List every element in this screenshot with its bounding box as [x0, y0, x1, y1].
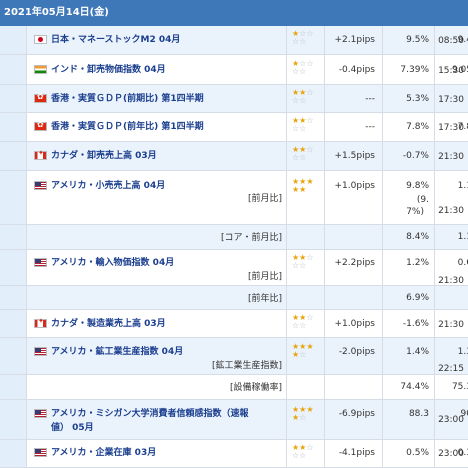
impact-value: ---: [365, 122, 375, 132]
importance-stars: ★★☆ ☆☆: [292, 253, 314, 270]
table-row: 23:00 アメリカ・ミシガン大学消費者信頼感指数（速報 値） 05月 ★★★ ★…: [0, 400, 468, 440]
impact-value: +1.5pips: [334, 151, 375, 161]
event-link[interactable]: アメリカ・ミシガン大学消費者信頼感指数（速報: [51, 408, 249, 420]
table-row: [設備稼働率] 74.4% 75.3: [0, 375, 468, 400]
impact-value: -4.1pips: [338, 448, 375, 458]
previous-revised-value: (9.: [416, 195, 429, 205]
table-row: [前年比] 6.9%: [0, 286, 468, 310]
sub-indicator-label: [鉱工業生産指数]: [211, 361, 282, 371]
india-flag-icon: [34, 65, 47, 74]
forecast-value: 9.05: [451, 65, 468, 75]
previous-value: 6.9%: [406, 293, 429, 303]
importance-stars: ★★★ ★☆: [292, 342, 314, 359]
usa-flag-icon: [34, 181, 47, 190]
impact-value: -0.4pips: [338, 65, 375, 75]
sub-indicator-label: [前月比]: [247, 272, 282, 282]
previous-value: -0.7%: [402, 151, 429, 161]
table-row: 21:30 カナダ・製造業売上高 03月 ★★☆☆☆ +1.0pips -1.6…: [0, 310, 468, 338]
hong-kong-flag-icon: [34, 120, 47, 131]
table-row: 17:30 香港・実質ＧＤＰ(前期比) 第1四半期 ★★☆☆☆ --- 5.3%: [0, 85, 468, 113]
previous-revised-value-cont: 7%): [406, 207, 424, 217]
impact-value: -2.0pips: [338, 347, 375, 357]
table-row: 21:30 カナダ・卸売売上高 03月 ★★☆☆☆ +1.5pips -0.7%: [0, 142, 468, 171]
previous-value: 74.4%: [400, 382, 429, 392]
date-title: 2021年05月14日(金): [4, 7, 109, 18]
importance-stars: ★★★ ★☆: [292, 405, 314, 422]
forecast-value: 1.3: [457, 347, 468, 357]
forecast-value: 75.3: [451, 382, 468, 392]
forecast-value: 90: [460, 409, 468, 419]
forecast-value: 9.4: [457, 35, 468, 45]
importance-stars: ★★☆ ☆☆: [292, 145, 314, 162]
previous-value: 1.2%: [406, 258, 429, 268]
previous-value: 9.8%: [406, 181, 429, 191]
event-time: 21:30: [438, 320, 464, 330]
forecast-value: 0.6: [457, 258, 468, 268]
table-row: 17:30 香港・実質ＧＤＰ(前年比) 第1四半期 ★★☆☆☆ --- 7.8%…: [0, 113, 468, 142]
canada-flag-icon: [34, 317, 47, 328]
importance-stars: ★★☆ ☆☆: [292, 313, 314, 330]
importance-stars: ★★☆ ☆☆: [292, 443, 314, 460]
event-link[interactable]: カナダ・卸売売上高 03月: [51, 150, 157, 162]
event-link[interactable]: インド・卸売物価指数 04月: [51, 64, 166, 76]
previous-value: 5.3%: [406, 94, 429, 104]
event-link-cont[interactable]: 値） 05月: [51, 422, 94, 434]
impact-value: +1.0pips: [334, 319, 375, 329]
event-time: 17:30: [438, 95, 464, 105]
canada-flag-icon: [34, 149, 47, 160]
table-row: 08:50 日本・マネーストックM2 04月 ★☆☆ ☆☆ +2.1pips 9.…: [0, 26, 468, 55]
event-link[interactable]: カナダ・製造業売上高 03月: [51, 318, 166, 330]
table-row: 21:30 アメリカ・輸入物価指数 04月 [前月比] ★★☆ ☆☆ +2.2pi…: [0, 250, 468, 286]
event-link[interactable]: アメリカ・小売売上高 04月: [51, 180, 165, 192]
forecast-value: 1.1: [457, 181, 468, 191]
previous-value: 1.4%: [406, 347, 429, 357]
table-row: 22:15 アメリカ・鉱工業生産指数 04月 [鉱工業生産指数] ★★★ ★☆ -…: [0, 338, 468, 375]
sub-indicator-label: [コア・前月比]: [220, 233, 282, 243]
previous-value: 8.4%: [406, 232, 429, 242]
importance-stars: ★★★ ★★: [292, 177, 314, 194]
previous-value: 0.5%: [406, 448, 429, 458]
event-link[interactable]: アメリカ・輸入物価指数 04月: [51, 257, 174, 269]
event-link[interactable]: アメリカ・企業在庫 03月: [51, 447, 156, 459]
usa-flag-icon: [34, 448, 47, 457]
previous-value: 7.39%: [400, 65, 429, 75]
previous-value: 9.5%: [406, 35, 429, 45]
sub-indicator-label: [前月比]: [247, 194, 282, 204]
impact-value: -6.9pips: [338, 409, 375, 419]
event-time: 21:30: [438, 152, 464, 162]
table-row: 21:30 アメリカ・小売売上高 04月 [前月比] ★★★ ★★ +1.0pip…: [0, 171, 468, 225]
usa-flag-icon: [34, 258, 47, 267]
impact-value: +2.1pips: [334, 35, 375, 45]
sub-indicator-label: [設備稼働率]: [229, 383, 282, 393]
usa-flag-icon: [34, 409, 47, 418]
event-link[interactable]: 日本・マネーストックM2 04月: [51, 34, 180, 46]
impact-value: +2.2pips: [334, 258, 375, 268]
importance-stars: ★☆☆ ☆☆: [292, 59, 314, 76]
event-time: 21:30: [438, 206, 464, 216]
japan-flag-icon: [34, 35, 47, 44]
table-row: 15:30 インド・卸売物価指数 04月 ★☆☆ ☆☆ -0.4pips 7.39…: [0, 55, 468, 85]
forecast-value: 1.1: [457, 232, 468, 242]
forecast-value: 7.8: [457, 122, 468, 132]
impact-value: ---: [365, 94, 375, 104]
usa-flag-icon: [34, 347, 47, 356]
hong-kong-flag-icon: [34, 92, 47, 103]
previous-value: -1.6%: [402, 319, 429, 329]
impact-value: +1.0pips: [334, 181, 375, 191]
event-link[interactable]: 香港・実質ＧＤＰ(前年比) 第1四半期: [51, 121, 204, 133]
event-link[interactable]: 香港・実質ＧＤＰ(前期比) 第1四半期: [51, 93, 204, 105]
table-row: [コア・前月比] 8.4% 1.1: [0, 225, 468, 250]
table-row: 23:00 アメリカ・企業在庫 03月 ★★☆ ☆☆ -4.1pips 0.5% …: [0, 440, 468, 468]
importance-stars: ★★☆ ☆☆: [292, 116, 314, 133]
event-time: 22:15: [438, 364, 464, 374]
importance-stars: ★☆☆ ☆☆: [292, 29, 314, 46]
forecast-value: 0.3: [457, 448, 468, 458]
previous-value: 88.3: [408, 409, 429, 419]
date-header: 2021年05月14日(金): [0, 0, 468, 26]
event-link[interactable]: アメリカ・鉱工業生産指数 04月: [51, 346, 183, 358]
sub-indicator-label: [前年比]: [247, 294, 282, 304]
importance-stars: ★★☆ ☆☆: [292, 88, 314, 105]
previous-value: 7.8%: [406, 122, 429, 132]
